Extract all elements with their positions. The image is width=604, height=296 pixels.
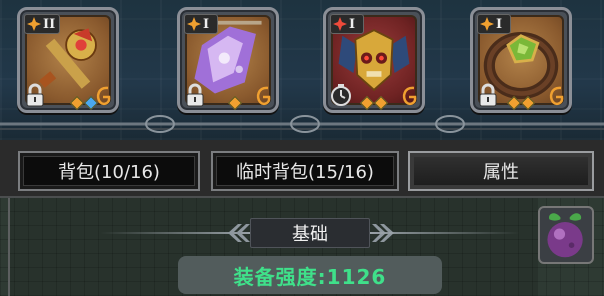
orange-gem-icon bbox=[359, 95, 375, 111]
tab-bar: 背包(10/16) 临时背包(15/16) 属性 bbox=[0, 140, 604, 196]
equipment-slot-4[interactable]: I bbox=[470, 7, 572, 113]
rank-badge: I bbox=[477, 14, 511, 34]
enchant-icon bbox=[402, 86, 417, 106]
enchant-icon bbox=[96, 86, 111, 106]
fruit-button[interactable] bbox=[538, 206, 594, 264]
star-icon bbox=[187, 17, 201, 31]
star-icon bbox=[480, 17, 494, 31]
orange-gem-icon bbox=[506, 95, 522, 111]
tab-attributes[interactable]: 属性 bbox=[408, 151, 594, 191]
star-icon bbox=[27, 17, 41, 31]
star-icon bbox=[333, 17, 347, 31]
equipment-power: 装备强度:1126 bbox=[178, 256, 442, 294]
equipment-slot-1[interactable]: II bbox=[17, 7, 119, 113]
equipment-slot-2[interactable]: I bbox=[177, 7, 279, 113]
section-title: 基础 bbox=[250, 218, 370, 248]
rank-badge: II bbox=[24, 14, 61, 34]
tab-backpack-label: 背包(10/16) bbox=[23, 156, 195, 186]
orange-gem-icon bbox=[373, 95, 389, 111]
tab-backpack[interactable]: 背包(10/16) bbox=[18, 151, 200, 191]
gem-slots bbox=[506, 95, 536, 111]
rank-badge: I bbox=[330, 14, 364, 34]
tab-temp-backpack[interactable]: 临时背包(15/16) bbox=[211, 151, 399, 191]
orange-gem-icon bbox=[227, 95, 243, 111]
enchant-icon bbox=[549, 86, 564, 106]
orange-gem-icon bbox=[69, 95, 85, 111]
chain-decoration bbox=[0, 115, 604, 133]
tab-attributes-label: 属性 bbox=[413, 156, 589, 186]
equipment-slot-3[interactable]: I bbox=[323, 7, 425, 113]
rank-text: II bbox=[43, 16, 56, 32]
purple-fruit-icon bbox=[547, 213, 583, 258]
gem-slots bbox=[227, 95, 243, 111]
rank-text: I bbox=[203, 16, 210, 32]
tab-temp-backpack-label: 临时背包(15/16) bbox=[216, 156, 394, 186]
lock-icon bbox=[186, 83, 204, 107]
rank-text: I bbox=[349, 16, 356, 32]
section-header: 基础 bbox=[100, 216, 520, 250]
rank-text: I bbox=[496, 16, 503, 32]
attributes-panel: 基础 装备强度:1126 bbox=[0, 196, 604, 296]
rank-badge: I bbox=[184, 14, 218, 34]
lock-icon bbox=[26, 83, 44, 107]
lock-icon bbox=[479, 83, 497, 107]
gem-slots bbox=[359, 95, 389, 111]
orange-gem-icon bbox=[520, 95, 536, 111]
enchant-icon bbox=[256, 86, 271, 106]
divider-right bbox=[370, 232, 520, 234]
timer-icon bbox=[331, 84, 351, 106]
gem-slots bbox=[69, 95, 99, 111]
